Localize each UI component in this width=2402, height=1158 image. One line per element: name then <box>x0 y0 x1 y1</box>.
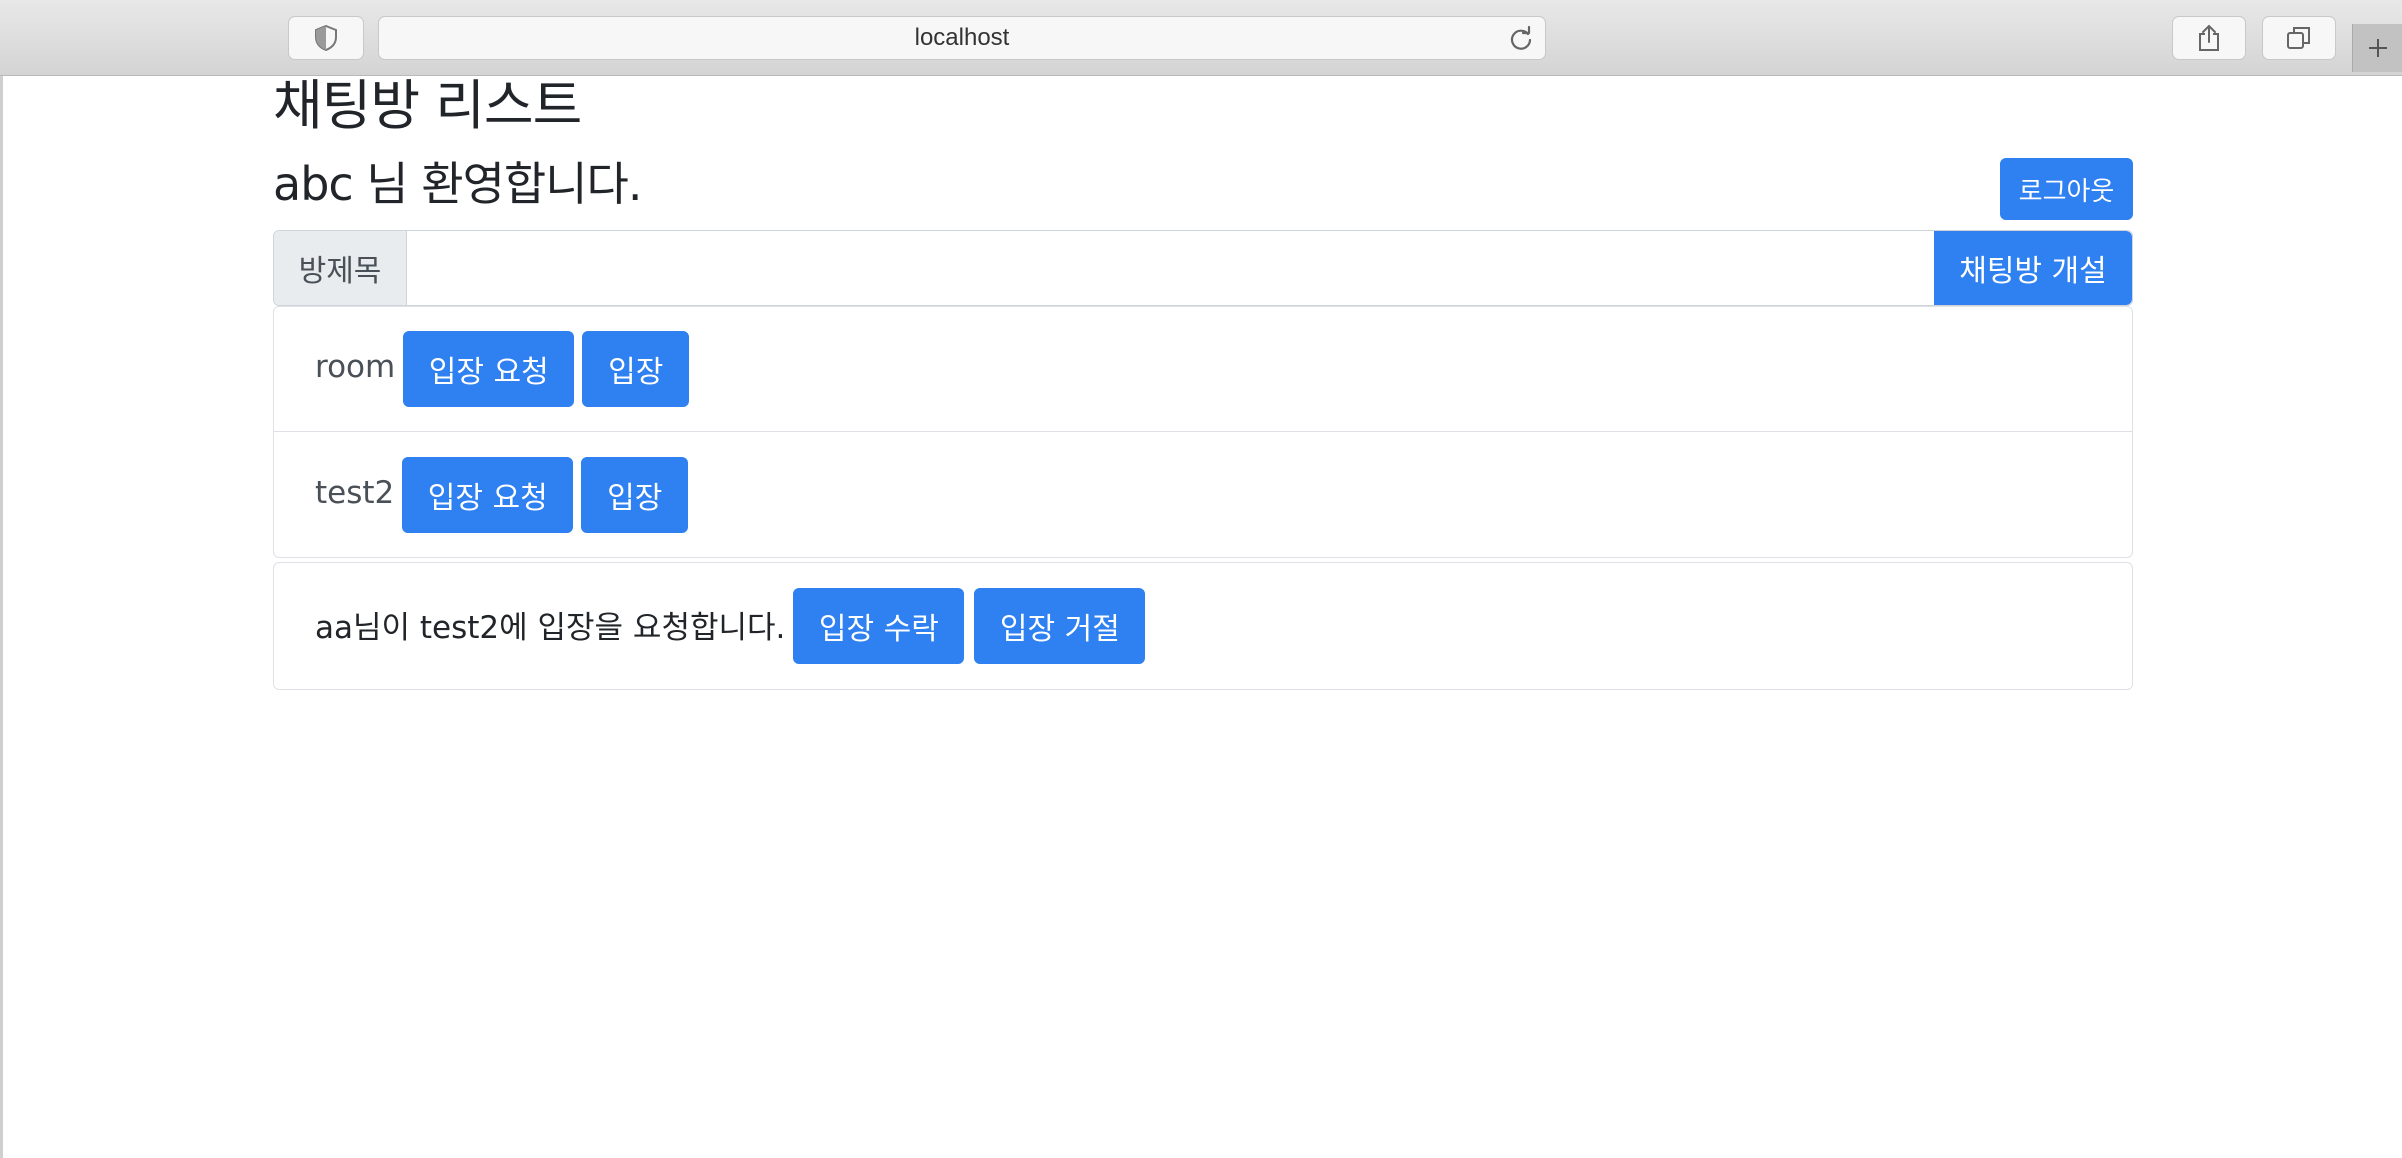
room-name: test2 <box>315 474 395 511</box>
page-title: 채팅방 리스트 <box>273 74 582 137</box>
share-icon <box>2199 24 2219 51</box>
accept-entry-button[interactable]: 입장 수락 <box>793 588 965 664</box>
room-title-label: 방제목 <box>274 231 407 305</box>
room-list-item: test2 입장 요청 입장 <box>274 432 2132 557</box>
share-button[interactable] <box>2172 16 2246 60</box>
tab-overview-button[interactable] <box>2262 16 2336 60</box>
request-entry-button[interactable]: 입장 요청 <box>403 331 575 407</box>
new-tab-button[interactable] <box>2352 24 2402 72</box>
welcome-row: abc 님 환영합니다. <box>273 152 2133 218</box>
request-entry-button[interactable]: 입장 요청 <box>402 456 574 533</box>
tabs-icon <box>2287 27 2310 49</box>
shield-icon <box>315 25 337 51</box>
url-text: localhost <box>914 24 1010 51</box>
logout-button[interactable]: 로그아웃 <box>2000 158 2133 220</box>
enter-room-button[interactable]: 입장 <box>582 331 690 407</box>
entry-request-message: aa님이 test2에 입장을 요청합니다. <box>315 609 786 646</box>
room-title-input[interactable] <box>407 231 1934 305</box>
plus-icon <box>2368 39 2387 57</box>
reload-icon[interactable] <box>1507 25 1535 53</box>
privacy-shield-button[interactable] <box>288 16 364 60</box>
address-bar[interactable]: localhost <box>378 16 1546 60</box>
entry-request-notice: aa님이 test2에 입장을 요청합니다. 입장 수락 입장 거절 <box>273 562 2133 690</box>
create-room-form: 방제목 채팅방 개설 <box>273 230 2133 306</box>
enter-room-button[interactable]: 입장 <box>581 456 689 533</box>
room-list: room 입장 요청 입장 test2 입장 요청 입장 <box>273 306 2133 558</box>
room-name: room <box>315 349 396 385</box>
reject-entry-button[interactable]: 입장 거절 <box>974 588 1146 664</box>
create-room-button[interactable]: 채팅방 개설 <box>1934 231 2132 305</box>
room-list-item: room 입장 요청 입장 <box>274 307 2132 432</box>
welcome-message: abc 님 환영합니다. <box>273 157 642 211</box>
browser-toolbar: localhost <box>0 0 2402 76</box>
window-edge <box>0 76 3 1158</box>
